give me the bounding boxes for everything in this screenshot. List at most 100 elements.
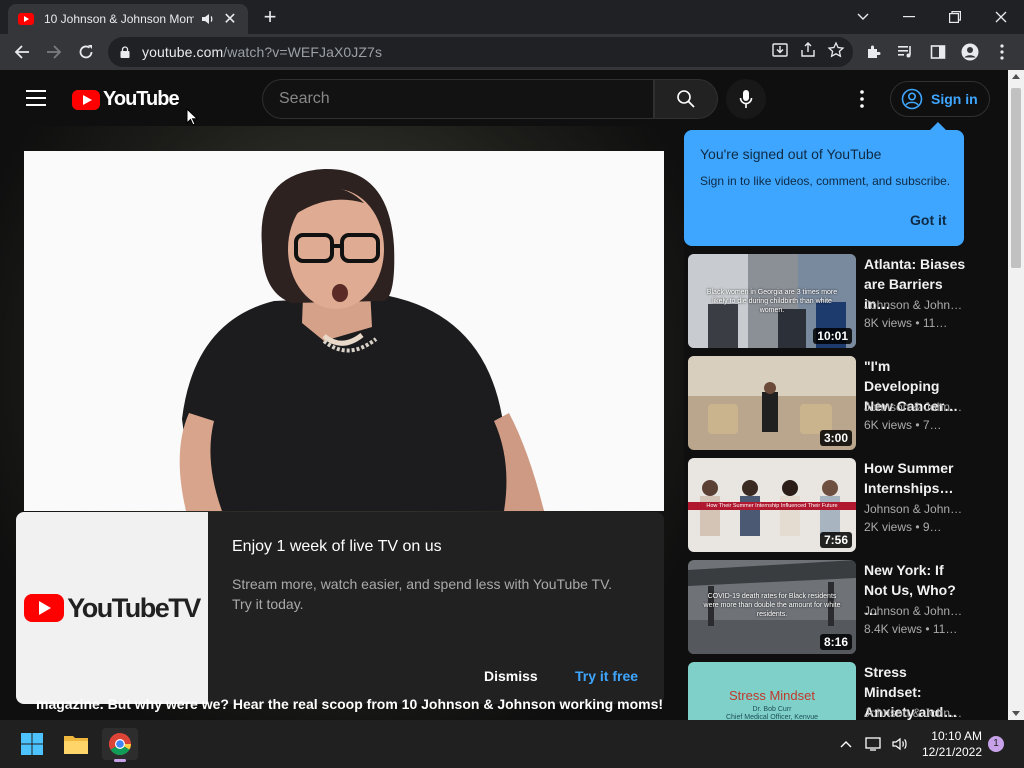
related-video-item[interactable]: Stress Mindset Dr. Bob Curr Chief Medica…	[688, 662, 968, 720]
volume-icon[interactable]	[888, 728, 912, 760]
related-video-item[interactable]: Black women in Georgia are 3 times more …	[688, 254, 968, 356]
network-icon[interactable]	[862, 728, 886, 760]
video-description-text: magazine. But why were we? Hear the real…	[36, 696, 664, 712]
channel-name[interactable]: Johnson & John…	[864, 298, 962, 312]
settings-more-icon[interactable]	[850, 87, 874, 111]
windows-start-icon[interactable]	[14, 728, 50, 760]
thumbnail-subcaption: Dr. Bob Curr Chief Medical Officer, Kenv…	[725, 706, 819, 720]
video-thumbnail[interactable]: 3:00	[688, 356, 856, 450]
related-video-item[interactable]: How Their Summer Internship Influenced T…	[688, 458, 968, 560]
video-duration: 8:16	[819, 634, 852, 650]
voice-search-button[interactable]	[726, 79, 766, 119]
media-control-icon[interactable]	[894, 40, 918, 64]
lock-icon[interactable]	[120, 46, 130, 58]
windows-taskbar: 10:10 AM 12/21/2022 1	[0, 720, 1024, 768]
video-duration: 7:56	[819, 532, 852, 548]
youtube-logo-icon	[72, 89, 100, 110]
install-app-icon[interactable]	[771, 41, 789, 59]
page-scrollbar[interactable]	[1008, 70, 1024, 720]
extensions-puzzle-icon[interactable]	[862, 40, 886, 64]
browser-toolbar: youtube.com/watch?v=WEFJaX0JZ7s	[0, 34, 1024, 70]
signed-out-tooltip: You're signed out of YouTube Sign in to …	[684, 122, 964, 246]
promo-title: Enjoy 1 week of live TV on us	[232, 538, 442, 555]
tooltip-title: You're signed out of YouTube	[700, 146, 882, 162]
video-thumbnail[interactable]: Black women in Georgia are 3 times more …	[688, 254, 856, 348]
video-meta: 8.4K views • 11…	[864, 622, 958, 636]
channel-name[interactable]: Johnson & John…	[864, 604, 962, 618]
restore-icon[interactable]	[932, 0, 978, 34]
url-host: youtube.com	[142, 44, 224, 60]
video-thumbnail[interactable]: How Their Summer Internship Influenced T…	[688, 458, 856, 552]
thumbnail-caption: How Their Summer Internship Influenced T…	[706, 503, 838, 509]
share-icon[interactable]	[799, 41, 817, 59]
try-it-free-button[interactable]: Try it free	[575, 668, 638, 684]
sign-in-button[interactable]: Sign in	[890, 81, 990, 117]
notification-badge[interactable]: 1	[988, 736, 1004, 752]
scrollbar-thumb[interactable]	[1011, 88, 1021, 268]
youtube-tv-logo-text: YouTubeTV	[67, 592, 201, 623]
chrome-taskbar-icon[interactable]	[102, 728, 138, 762]
video-frame	[24, 151, 664, 511]
got-it-button[interactable]: Got it	[910, 212, 947, 228]
reload-icon[interactable]	[74, 40, 98, 64]
microphone-icon	[739, 90, 753, 108]
related-videos: Black women in Georgia are 3 times more …	[688, 254, 968, 720]
video-player[interactable]	[24, 151, 664, 511]
side-panel-icon[interactable]	[926, 40, 950, 64]
video-meta: 6K views • 7…	[864, 418, 942, 432]
tooltip-body: Sign in to like videos, comment, and sub…	[700, 174, 951, 188]
promo-body: Stream more, watch easier, and spend les…	[232, 576, 613, 612]
youtube-tv-logo-icon	[24, 594, 65, 622]
youtube-logo-text: YouTube	[103, 88, 180, 110]
clock-date: 12/21/2022	[921, 745, 982, 759]
browser-tab[interactable]: 10 Johnson & Johnson Mom ✕	[8, 4, 248, 34]
video-duration: 3:00	[819, 430, 852, 446]
back-icon[interactable]	[10, 40, 34, 64]
audio-playing-icon[interactable]	[200, 11, 216, 27]
scroll-up-arrow-icon[interactable]	[1012, 74, 1020, 79]
dismiss-button[interactable]: Dismiss	[484, 668, 538, 684]
related-video-item[interactable]: 3:00 "I'm Developing New Cancer… Johnson…	[688, 356, 968, 458]
guide-menu-icon[interactable]	[26, 90, 46, 106]
video-thumbnail[interactable]: Stress Mindset Dr. Bob Curr Chief Medica…	[688, 662, 856, 720]
thumbnail-caption: Stress Mindset	[729, 688, 815, 703]
address-bar[interactable]: youtube.com/watch?v=WEFJaX0JZ7s	[108, 37, 853, 67]
youtube-logo[interactable]: YouTube	[72, 88, 180, 111]
channel-name[interactable]: Johnson & John…	[864, 400, 962, 414]
chrome-menu-icon[interactable]	[990, 40, 1014, 64]
tab-title: 10 Johnson & Johnson Mom	[44, 12, 194, 26]
file-explorer-icon[interactable]	[58, 728, 94, 760]
related-video-item[interactable]: COVID-19 death rates for Black residents…	[688, 560, 968, 662]
video-title[interactable]: How Summer Internships…	[864, 458, 968, 498]
channel-name[interactable]: Johnson & John…	[864, 502, 962, 516]
thumbnail-caption: COVID-19 death rates for Black residents…	[703, 593, 841, 618]
search-input[interactable]	[279, 90, 653, 108]
video-duration: 10:01	[813, 328, 852, 344]
profile-icon[interactable]	[958, 40, 982, 64]
clock-time: 10:10 AM	[931, 729, 982, 743]
forward-icon[interactable]	[42, 40, 66, 64]
url-path: /watch?v=WEFJaX0JZ7s	[223, 44, 383, 60]
video-meta: 8K views • 11…	[864, 316, 948, 330]
search-box[interactable]	[262, 79, 654, 119]
bookmark-star-icon[interactable]	[827, 41, 845, 59]
tab-search-icon[interactable]	[840, 0, 886, 34]
mouse-cursor-icon	[186, 108, 198, 126]
youtube-tv-logo: YouTubeTV	[16, 512, 208, 704]
search-button[interactable]	[654, 79, 718, 119]
url-text: youtube.com/watch?v=WEFJaX0JZ7s	[142, 44, 382, 60]
youtube-page: YouTube Sign in	[0, 70, 1008, 720]
scroll-down-arrow-icon[interactable]	[1012, 711, 1020, 716]
youtube-tv-promo: YouTubeTV Enjoy 1 week of live TV on us …	[16, 512, 664, 704]
minimize-icon[interactable]	[886, 0, 932, 34]
youtube-favicon-icon	[18, 13, 34, 25]
video-thumbnail[interactable]: COVID-19 death rates for Black residents…	[688, 560, 856, 654]
tab-close-icon[interactable]: ✕	[222, 9, 238, 29]
youtube-masthead: YouTube Sign in	[0, 70, 1008, 126]
thumbnail-caption: Black women in Georgia are 3 times more …	[706, 289, 838, 314]
show-hidden-icons-icon[interactable]	[836, 728, 856, 760]
taskbar-clock[interactable]: 10:10 AM 12/21/2022	[920, 728, 982, 760]
new-tab-button[interactable]: +	[258, 6, 282, 28]
close-window-icon[interactable]	[978, 0, 1024, 34]
channel-name[interactable]: Johnson & John…	[864, 706, 962, 720]
